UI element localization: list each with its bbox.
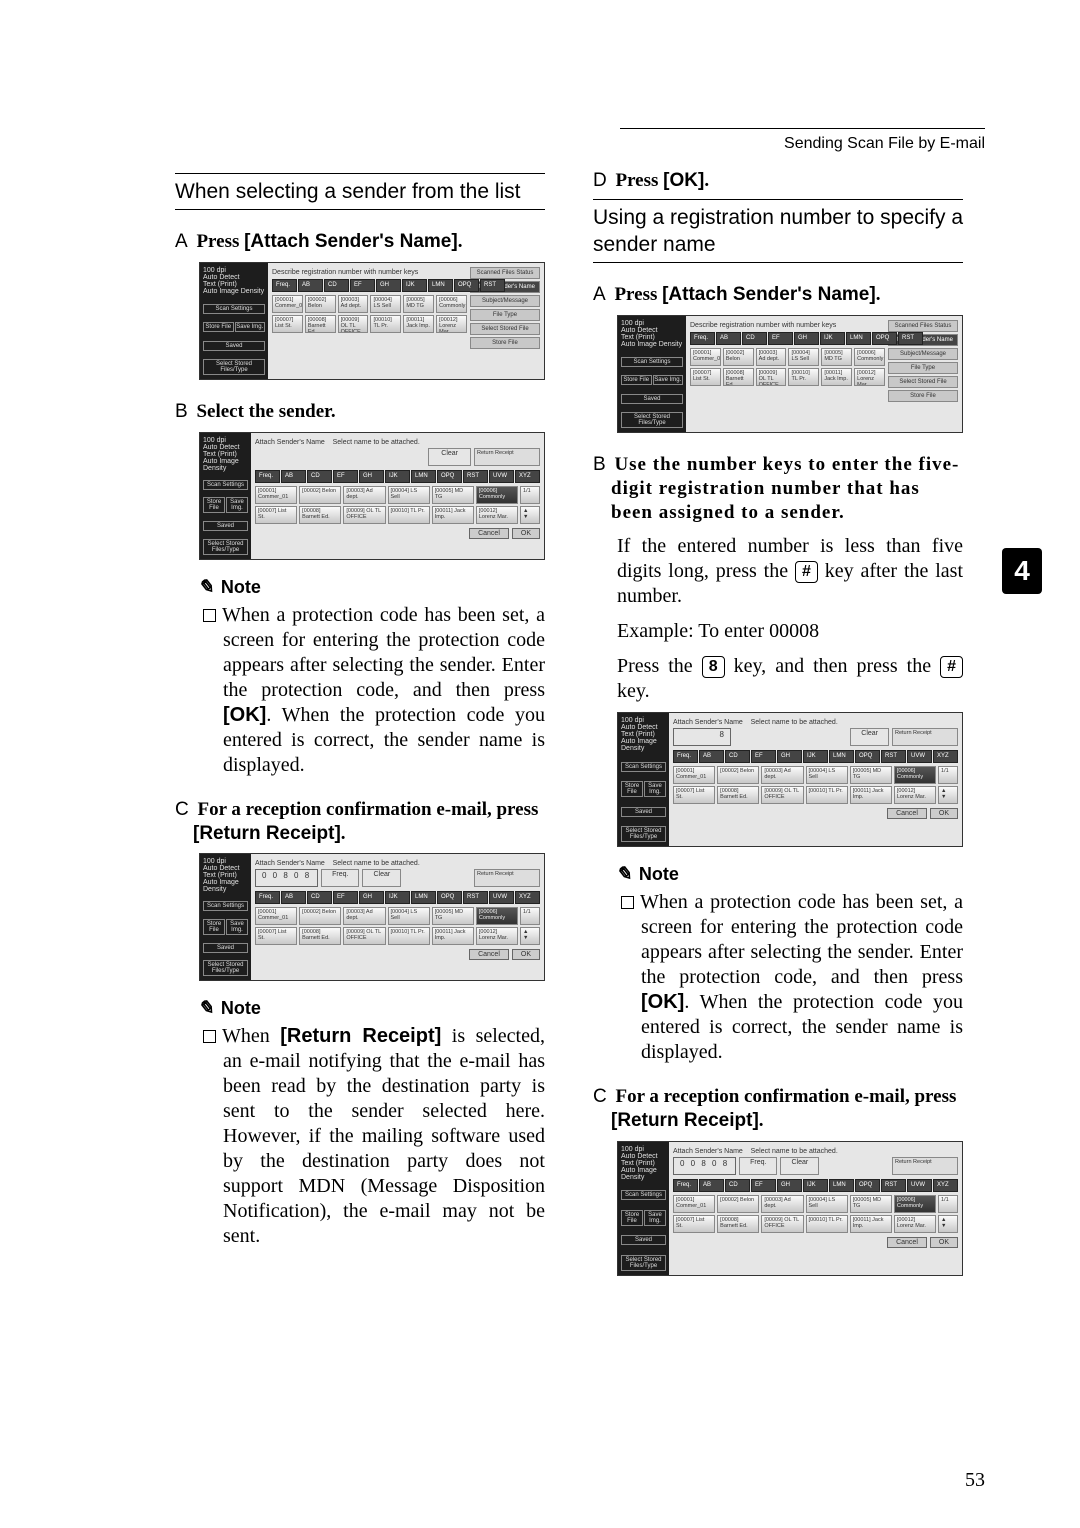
step-a-left: A Press [Attach Sender's Name]. [175,230,545,254]
note-item: When a protection code has been set, a s… [223,603,545,778]
note-heading: ✎ Note [199,576,545,599]
step-a-right: A Press [Attach Sender's Name]. [593,283,963,307]
step-text: Press [615,170,663,191]
step-text: . [341,823,346,844]
step-letter: B [593,454,606,475]
step-letter: C [175,799,189,820]
screenshot-figure: 100 dpiAuto DetectText (Print)Auto Image… [617,712,963,847]
note-item: When [Return Receipt] is selected, an e-… [223,1024,545,1249]
section-rule [593,262,963,263]
note-item: When a protection code has been set, a s… [641,890,963,1065]
button-ref: [Attach Sender's Name] [244,231,458,252]
header-rule [620,128,985,129]
step-letter: A [593,284,606,305]
section-title-right: Using a registration number to specify a… [593,204,963,259]
running-header: Sending Scan File by E-mail [784,135,985,153]
step-text: . [759,1110,764,1131]
note-heading: ✎ Note [199,997,545,1020]
screenshot-figure: 100 dpiAuto DetectText (Print)Auto Image… [199,853,545,981]
note-label: Note [639,864,679,885]
pencil-icon: ✎ [197,576,218,599]
step-d-right: D Press [OK]. [593,169,963,193]
step-letter: C [593,1086,607,1107]
section-rule [593,199,963,200]
button-ref: [Return Receipt] [611,1110,759,1131]
chapter-tab: 4 [1002,548,1042,594]
note-label: Note [221,998,261,1019]
step-text: For a reception confirmation e-mail, pre… [615,1086,956,1107]
step-b-right: B Use the number keys to enter the five-… [593,453,963,524]
step-text: Press [614,284,662,305]
section-rule [175,209,545,210]
step-c-left: C For a reception confirmation e-mail, p… [175,798,545,846]
step-text: . [704,170,709,191]
screenshot-figure: 100 dpiAuto DetectText (Print)Auto Image… [199,432,545,560]
key-8: 8 [702,656,725,677]
bullet-icon [203,1030,216,1043]
note-heading: ✎ Note [617,863,963,886]
step-letter: B [175,401,188,422]
body-text: If the entered number is less than five … [617,534,963,609]
button-ref: [OK] [641,991,684,1013]
right-column: D Press [OK]. Using a registration numbe… [593,169,963,1284]
step-text: Use the number keys to enter the five-di… [611,454,959,523]
bullet-icon [203,609,216,622]
key-hash: # [940,656,963,677]
left-column: When selecting a sender from the list A … [175,169,545,1284]
section-rule [175,173,545,174]
step-b-left: B Select the sender. [175,400,545,424]
button-ref: [Return Receipt] [193,823,341,844]
step-letter: A [175,231,188,252]
button-ref: [OK] [663,170,704,191]
step-letter: D [593,170,607,191]
screenshot-figure: 100 dpiAuto DetectText (Print)Auto Image… [617,315,963,433]
pencil-icon: ✎ [615,863,636,886]
key-hash: # [795,561,818,582]
screenshot-figure: 100 dpiAuto DetectText (Print)Auto Image… [617,1141,963,1276]
button-ref: [Return Receipt] [280,1025,441,1047]
body-text: Example: To enter 00008 [617,619,963,644]
step-c-right: C For a reception confirmation e-mail, p… [593,1085,963,1133]
screenshot-figure: 100 dpiAuto DetectText (Print)Auto Image… [199,262,545,380]
body-text: Press the 8 key, and then press the # ke… [617,654,963,704]
section-title-left: When selecting a sender from the list [175,178,545,205]
step-text: Select the sender. [196,401,335,422]
bullet-icon [621,896,634,909]
step-text: Press [196,231,244,252]
step-text: . [458,231,463,252]
button-ref: [OK] [223,704,266,726]
step-text: . [876,284,881,305]
note-label: Note [221,577,261,598]
pencil-icon: ✎ [197,997,218,1020]
button-ref: [Attach Sender's Name] [662,284,876,305]
step-text: For a reception confirmation e-mail, pre… [197,799,538,820]
page-number: 53 [965,1469,985,1492]
